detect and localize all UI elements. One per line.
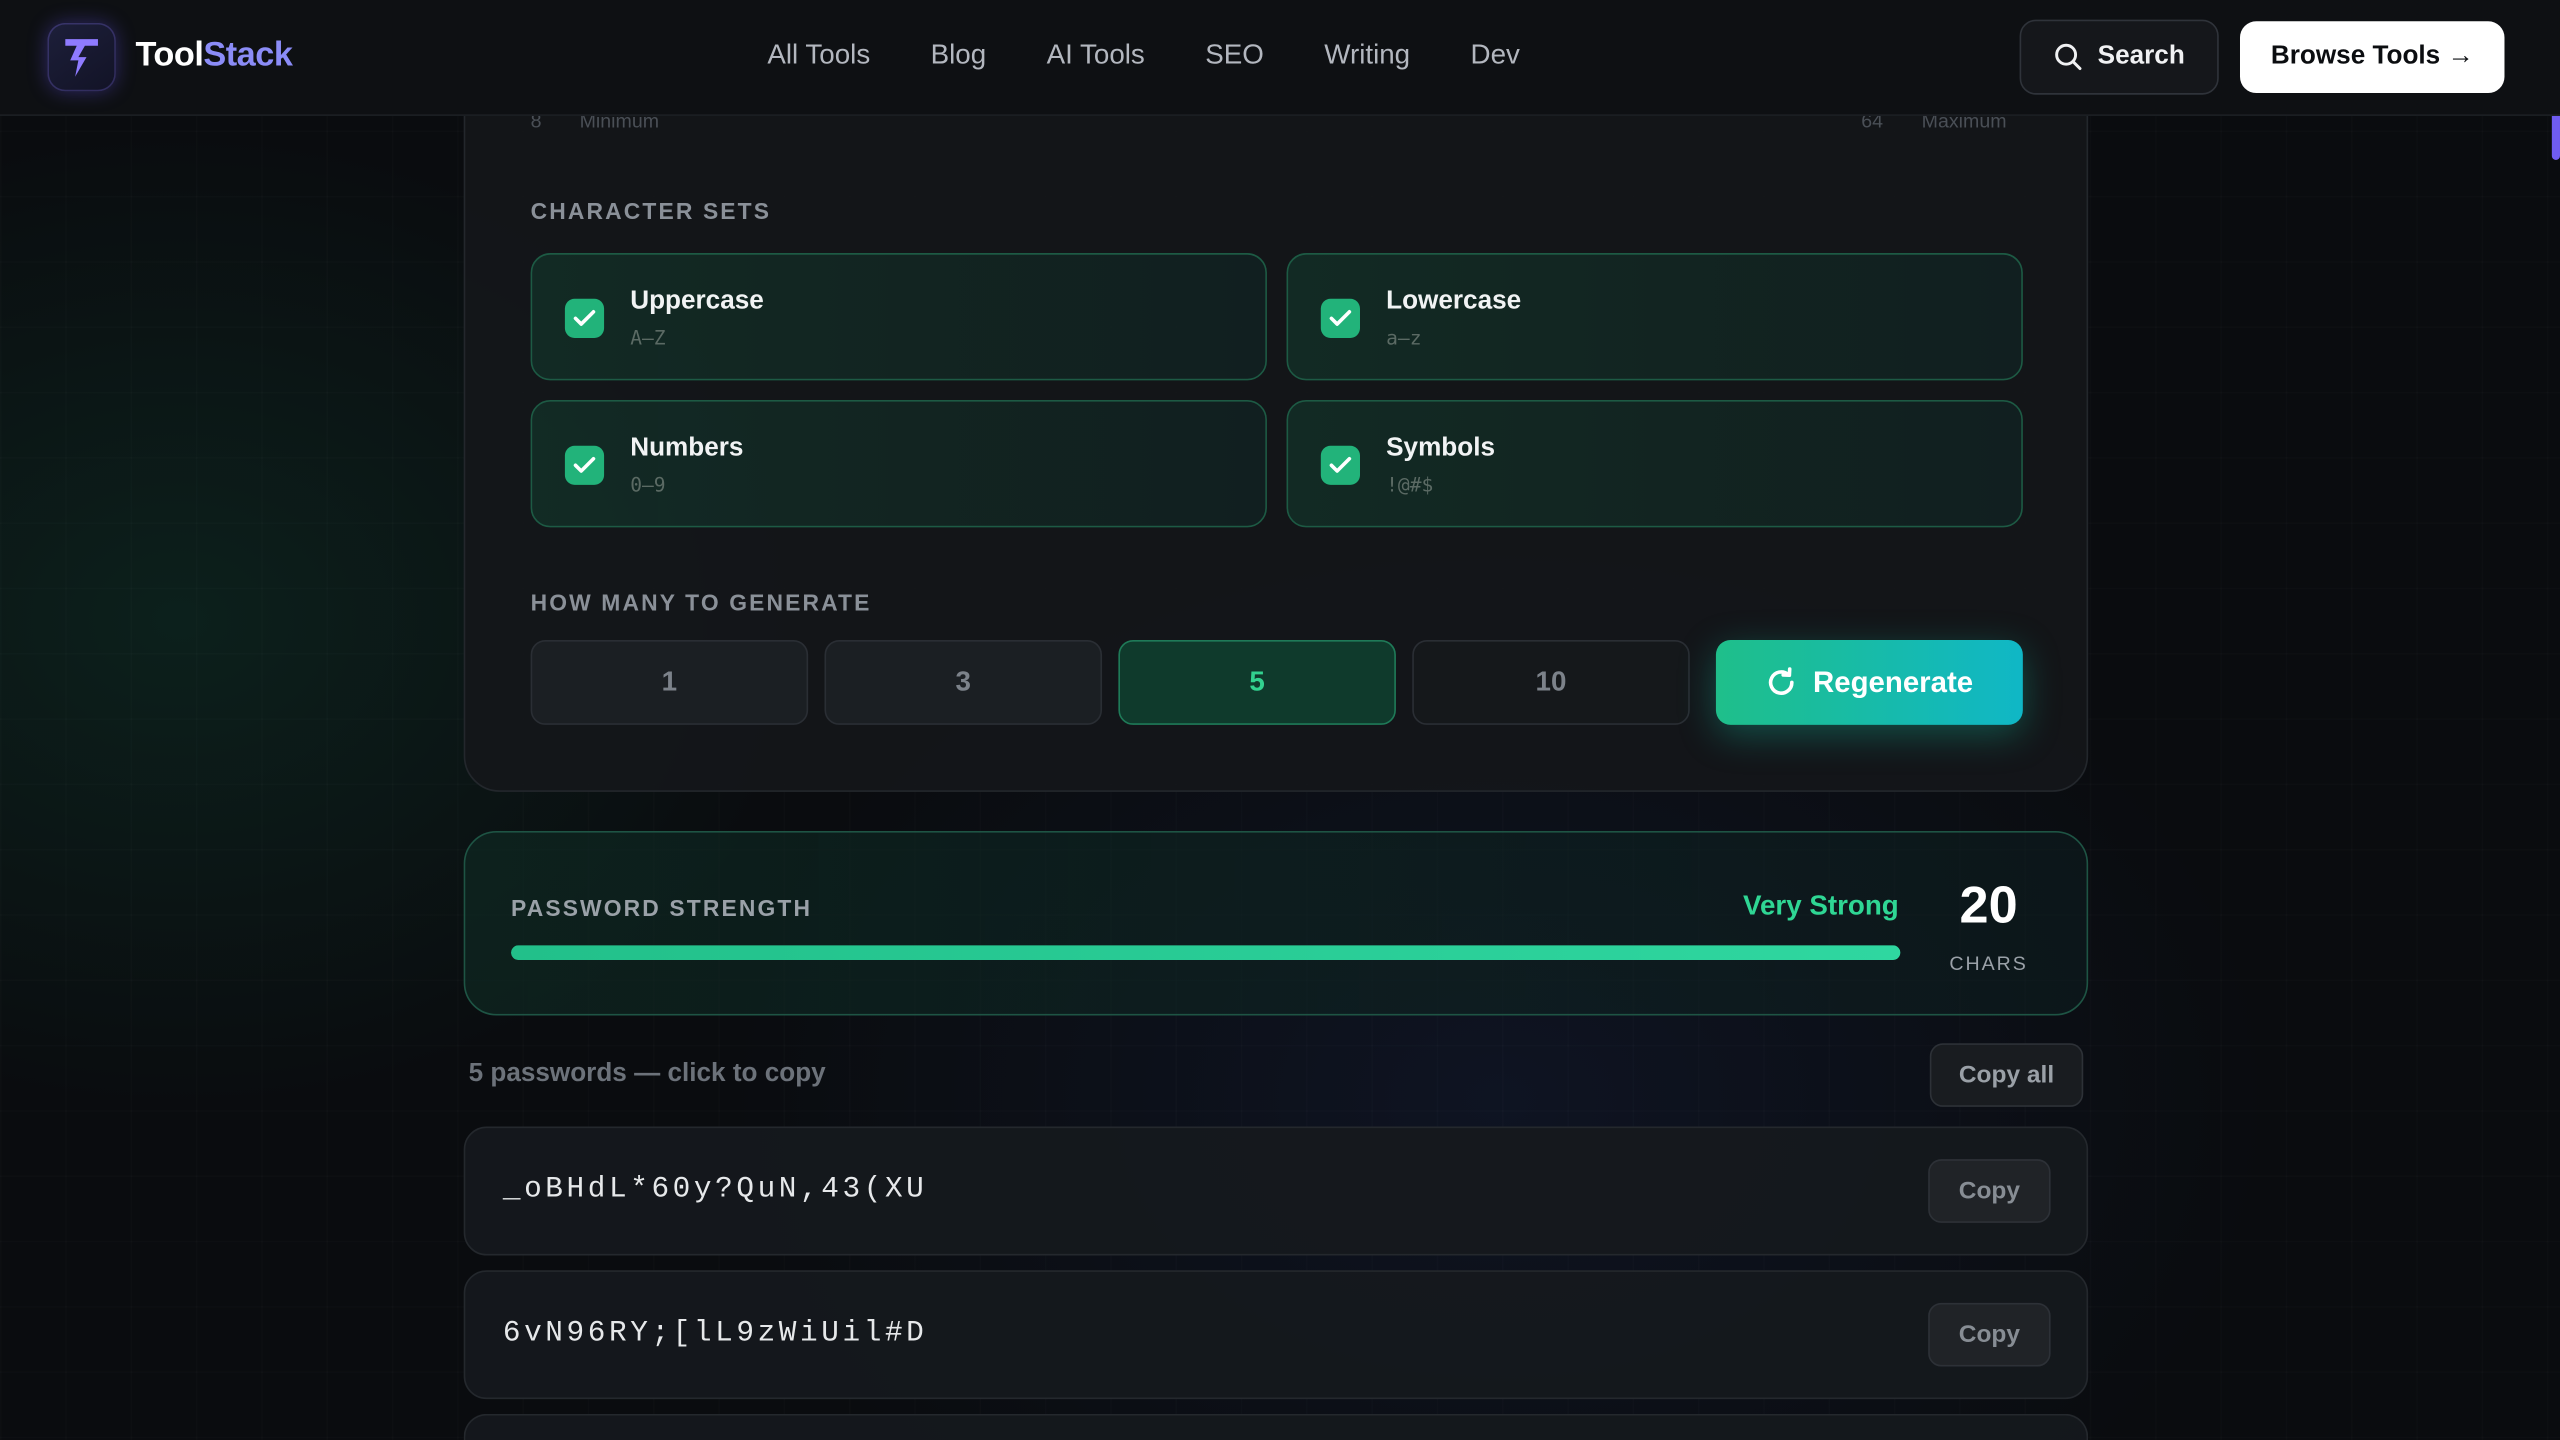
brand-name-part-1: Tool (135, 35, 204, 74)
password-row-partial[interactable] (463, 1413, 2089, 1440)
charset-symbols-option[interactable]: Symbols !@#$ (1286, 399, 2023, 528)
nav-all-tools[interactable]: All Tools (767, 39, 870, 72)
passwords-caption: 5 passwords — click to copy (468, 1059, 826, 1088)
check-icon (1329, 456, 1352, 473)
search-button-label: Search (2097, 42, 2185, 71)
copy-password-button[interactable]: Copy (1928, 1302, 2051, 1367)
check-icon (1329, 310, 1352, 326)
count-option-5-selected[interactable]: 5 (1118, 639, 1396, 725)
check-icon (573, 456, 596, 473)
strength-heading: PASSWORD STRENGTH (511, 894, 813, 921)
charset-numbers-option[interactable]: Numbers 0–9 (530, 399, 1267, 528)
strength-meter (511, 945, 1901, 960)
symbols-checkbox[interactable] (1320, 445, 1360, 485)
strength-meter-fill (511, 945, 1901, 960)
nav-dev[interactable]: Dev (1471, 39, 1520, 72)
lowercase-title: Lowercase (1386, 287, 1522, 316)
refresh-icon (1769, 667, 1795, 695)
brand-name[interactable]: ToolStack (136, 36, 293, 75)
charset-lowercase-option[interactable]: Lowercase a–z (1286, 253, 2023, 381)
count-option-1[interactable]: 1 (530, 639, 809, 725)
password-row[interactable]: _oBHdL*60y?QuN,43(XU Copy (463, 1126, 2089, 1256)
check-icon (573, 310, 596, 326)
password-length-unit: CHARS (1949, 951, 2028, 975)
regenerate-label: Regenerate (1813, 665, 1974, 698)
password-text: 6vN96RY;[lL9zWiUil#D (502, 1317, 928, 1351)
lightning-t-icon (65, 39, 98, 77)
generator-settings-panel: 8 Minimum 64 Maximum CHARACTER SETS Uppe… (463, 65, 2089, 792)
lowercase-sample: a–z (1386, 326, 1422, 350)
nav-blog[interactable]: Blog (931, 39, 987, 72)
nav-ai-tools[interactable]: AI Tools (1047, 39, 1145, 72)
uppercase-sample: A–Z (630, 326, 666, 350)
top-navigation-bar: ToolStack All Tools Blog AI Tools SEO Wr… (0, 0, 2560, 116)
password-row[interactable]: 6vN96RY;[lL9zWiUil#D Copy (463, 1270, 2089, 1400)
search-button[interactable]: Search (2019, 19, 2219, 95)
page: ToolStack All Tools Blog AI Tools SEO Wr… (0, 0, 2560, 1440)
lowercase-checkbox[interactable] (1320, 298, 1360, 338)
count-option-3[interactable]: 3 (824, 639, 1103, 725)
symbols-title: Symbols (1386, 434, 1495, 463)
copy-all-button[interactable]: Copy all (1929, 1043, 2084, 1107)
copy-password-button[interactable]: Copy (1928, 1159, 2051, 1223)
strength-rating: Very Strong (1742, 889, 1899, 921)
toolstack-logo[interactable] (47, 22, 116, 92)
numbers-sample: 0–9 (630, 473, 666, 497)
regenerate-button[interactable]: Regenerate (1715, 639, 2023, 725)
nav-seo[interactable]: SEO (1205, 39, 1264, 72)
brand-name-part-2: Stack (203, 35, 293, 74)
character-sets-heading: CHARACTER SETS (530, 197, 772, 224)
nav-writing[interactable]: Writing (1324, 39, 1410, 72)
uppercase-title: Uppercase (630, 287, 764, 316)
count-option-10[interactable]: 10 (1412, 639, 1690, 725)
main-nav: All Tools Blog AI Tools SEO Writing Dev (767, 39, 1520, 72)
password-length-value: 20 (1959, 875, 2018, 934)
numbers-title: Numbers (630, 434, 744, 463)
symbols-sample: !@#$ (1386, 473, 1434, 497)
numbers-checkbox[interactable] (564, 445, 605, 485)
generate-count-heading: HOW MANY TO GENERATE (530, 589, 872, 616)
charset-uppercase-option[interactable]: Uppercase A–Z (530, 253, 1267, 381)
password-strength-card: PASSWORD STRENGTH Very Strong 20 CHARS (463, 831, 2089, 1016)
search-icon (2054, 43, 2082, 71)
browse-tools-label: Browse Tools → (2270, 42, 2474, 71)
password-text: _oBHdL*60y?QuN,43(XU (502, 1173, 928, 1207)
uppercase-checkbox[interactable] (564, 298, 605, 338)
browse-tools-button[interactable]: Browse Tools → (2239, 21, 2505, 94)
